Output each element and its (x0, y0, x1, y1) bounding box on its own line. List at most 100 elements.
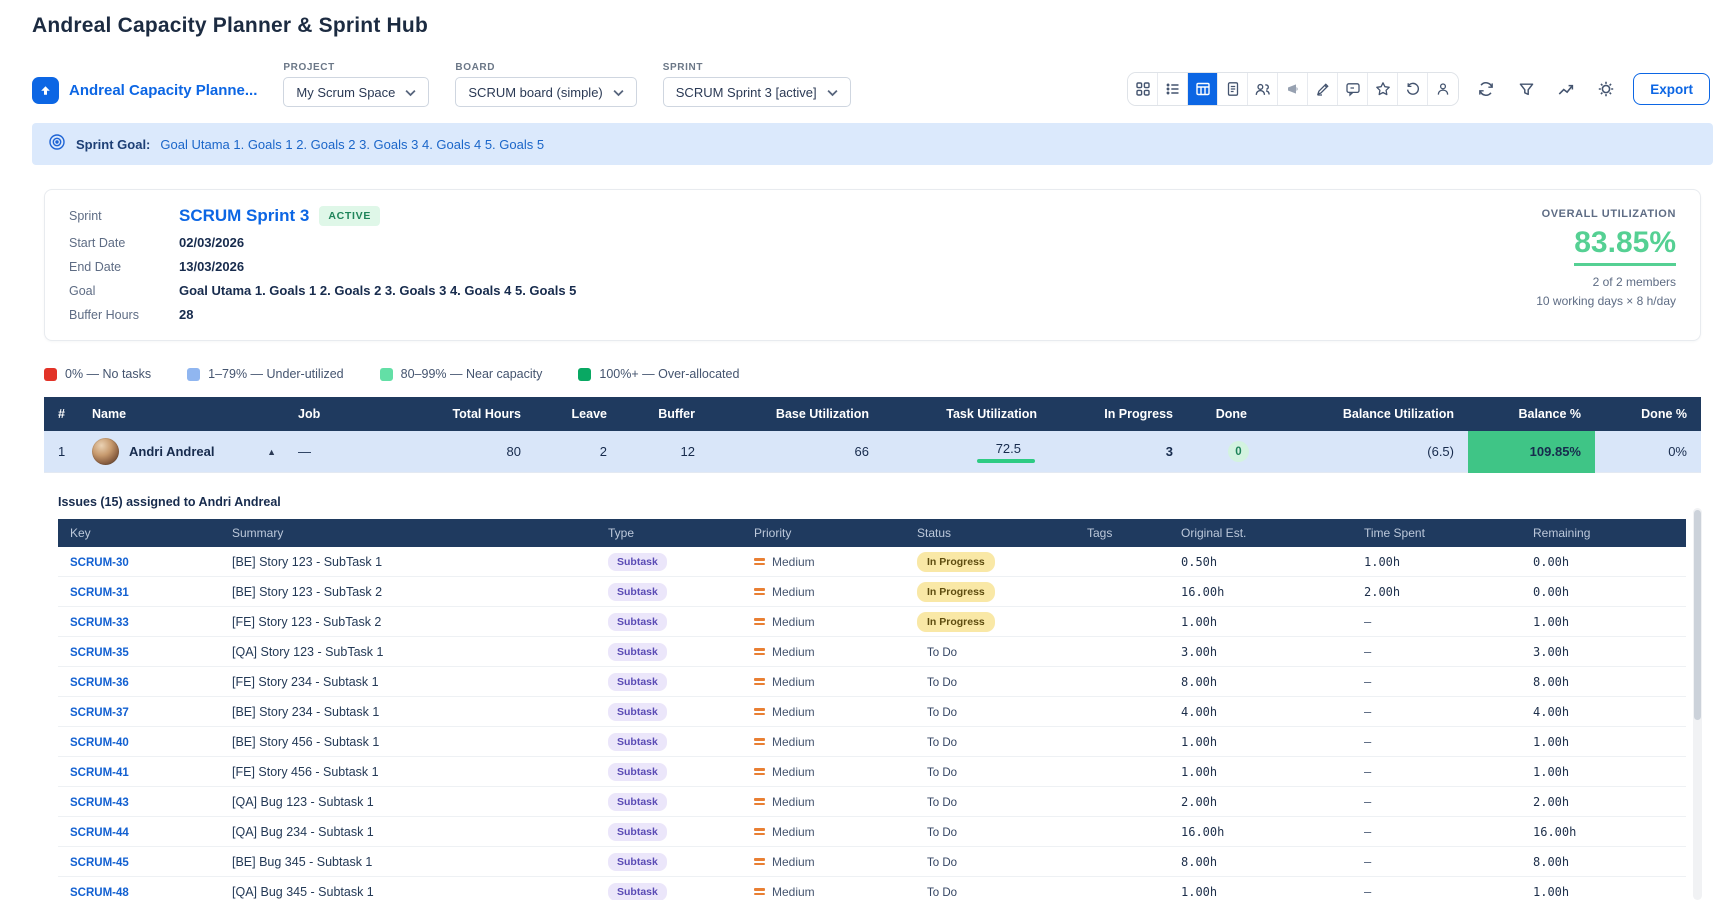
original-estimate-value: 4.00h (1181, 705, 1217, 719)
issues-table-header: Key Summary Type Priority Status Tags Or… (58, 519, 1686, 547)
document-view-icon[interactable] (1218, 73, 1248, 105)
trend-icon[interactable] (1553, 76, 1579, 102)
col-balance-pct: Balance % (1468, 407, 1595, 421)
priority-label: Medium (772, 645, 815, 659)
issue-summary: [QA] Bug 345 - Subtask 1 (232, 885, 374, 899)
issue-summary: [QA] Bug 123 - Subtask 1 (232, 795, 374, 809)
original-estimate-value: 16.00h (1181, 825, 1224, 839)
buffer-hours-value: 28 (179, 307, 576, 322)
issue-status-badge: To Do (917, 767, 957, 779)
issue-key-link[interactable]: SCRUM-48 (70, 887, 129, 899)
issue-key-link[interactable]: SCRUM-35 (70, 647, 129, 659)
sprint-selector-group: SPRINT SCRUM Sprint 3 [active] (663, 62, 851, 107)
list-view-icon[interactable] (1158, 73, 1188, 105)
issue-summary: [FE] Story 456 - Subtask 1 (232, 765, 379, 779)
issue-summary: [BE] Story 123 - SubTask 1 (232, 555, 382, 569)
issue-row: SCRUM-35 [QA] Story 123 - SubTask 1 Subt… (58, 637, 1686, 667)
legend-label: 0% — No tasks (65, 367, 151, 381)
col-priority: Priority (742, 526, 905, 540)
done-value: 0 (1228, 441, 1249, 462)
issues-scrollbar[interactable] (1693, 508, 1702, 900)
issue-row: SCRUM-36 [FE] Story 234 - Subtask 1 Subt… (58, 667, 1686, 697)
issues-scrollbar-thumb[interactable] (1694, 510, 1701, 720)
issue-summary: [QA] Story 123 - SubTask 1 (232, 645, 383, 659)
issue-status-badge: In Progress (917, 582, 995, 602)
star-icon[interactable] (1368, 73, 1398, 105)
issue-summary: [BE] Story 234 - Subtask 1 (232, 705, 379, 719)
priority-label: Medium (772, 705, 815, 719)
priority-label: Medium (772, 795, 815, 809)
sprint-name-link[interactable]: SCRUM Sprint 3 (179, 206, 309, 226)
issue-key-link[interactable]: SCRUM-37 (70, 707, 129, 719)
issue-type-badge: Subtask (608, 673, 667, 691)
grid-view-icon[interactable] (1128, 73, 1158, 105)
issue-status-badge: In Progress (917, 552, 995, 572)
table-view-icon[interactable] (1188, 73, 1218, 105)
priority-label: Medium (772, 675, 815, 689)
legend-item-near-capacity: 80–99% — Near capacity (380, 367, 543, 381)
issue-row: SCRUM-37 [BE] Story 234 - Subtask 1 Subt… (58, 697, 1686, 727)
settings-icon[interactable] (1593, 76, 1619, 102)
original-estimate-value: 1.00h (1181, 765, 1217, 779)
member-cell: Andri Andreal ▲ (80, 438, 286, 465)
issue-key-link[interactable]: SCRUM-33 (70, 617, 129, 629)
issue-key-link[interactable]: SCRUM-45 (70, 857, 129, 869)
comment-icon[interactable] (1338, 73, 1368, 105)
sprint-select[interactable]: SCRUM Sprint 3 [active] (663, 77, 851, 107)
original-estimate-value: 3.00h (1181, 645, 1217, 659)
issue-priority: Medium (754, 555, 905, 569)
issue-key-link[interactable]: SCRUM-30 (70, 557, 129, 569)
issues-heading: Issues (15) assigned to Andri Andreal (58, 495, 1723, 509)
chevron-down-icon (827, 85, 838, 100)
issue-key-link[interactable]: SCRUM-41 (70, 767, 129, 779)
issue-status-badge: To Do (917, 887, 957, 899)
board-select[interactable]: SCRUM board (simple) (455, 77, 636, 107)
issue-key-link[interactable]: SCRUM-36 (70, 677, 129, 689)
history-icon[interactable] (1398, 73, 1428, 105)
user-icon[interactable] (1428, 73, 1458, 105)
issues-table: Key Summary Type Priority Status Tags Or… (58, 519, 1686, 900)
issue-status-badge: In Progress (917, 612, 995, 632)
issue-priority: Medium (754, 795, 905, 809)
issue-key-link[interactable]: SCRUM-31 (70, 587, 129, 599)
original-estimate-value: 8.00h (1181, 855, 1217, 869)
leave-value: 2 (535, 444, 621, 459)
sprint-goal-label: Sprint Goal: (76, 137, 150, 152)
member-row[interactable]: 1 Andri Andreal ▲ — 80 2 12 66 72.5 3 0 … (44, 431, 1701, 473)
board-label: BOARD (455, 62, 636, 73)
members-count: 2 of 2 members (1536, 275, 1676, 289)
issue-key-link[interactable]: SCRUM-43 (70, 797, 129, 809)
issue-key-link[interactable]: SCRUM-40 (70, 737, 129, 749)
issue-row: SCRUM-43 [QA] Bug 123 - Subtask 1 Subtas… (58, 787, 1686, 817)
collapse-row-icon[interactable]: ▲ (267, 447, 276, 457)
working-capacity: 10 working days × 8 h/day (1536, 294, 1676, 308)
issue-summary: [BE] Story 456 - Subtask 1 (232, 735, 379, 749)
active-badge: ACTIVE (319, 206, 380, 226)
project-select[interactable]: My Scrum Space (283, 77, 429, 107)
team-view-icon[interactable] (1248, 73, 1278, 105)
issue-key-link[interactable]: SCRUM-44 (70, 827, 129, 839)
sprint-label: SPRINT (663, 62, 851, 73)
sync-icon[interactable] (1473, 76, 1499, 102)
base-utilization-value: 66 (709, 444, 883, 459)
megaphone-icon[interactable] (1278, 73, 1308, 105)
balance-utilization-value: (6.5) (1261, 444, 1468, 459)
remaining-value: 1.00h (1533, 765, 1569, 779)
overall-utilization-value: 83.85% (1574, 226, 1676, 266)
app-title: Andreal Capacity Planne... (69, 82, 257, 99)
app-logo-icon (32, 77, 59, 104)
issue-priority: Medium (754, 885, 905, 899)
filter-icon[interactable] (1513, 76, 1539, 102)
legend-item-under-utilized: 1–79% — Under-utilized (187, 367, 344, 381)
goal-value: Goal Utama 1. Goals 1 2. Goals 2 3. Goal… (179, 283, 576, 298)
col-buffer: Buffer (621, 407, 709, 421)
edit-icon[interactable] (1308, 73, 1338, 105)
sprint-select-value: SCRUM Sprint 3 [active] (676, 85, 817, 100)
export-button[interactable]: Export (1633, 73, 1710, 105)
app-identity[interactable]: Andreal Capacity Planne... (32, 77, 257, 107)
issue-row: SCRUM-48 [QA] Bug 345 - Subtask 1 Subtas… (58, 877, 1686, 900)
target-icon (48, 133, 66, 156)
issue-priority: Medium (754, 735, 905, 749)
original-estimate-value: 1.00h (1181, 735, 1217, 749)
priority-medium-icon (754, 558, 765, 565)
